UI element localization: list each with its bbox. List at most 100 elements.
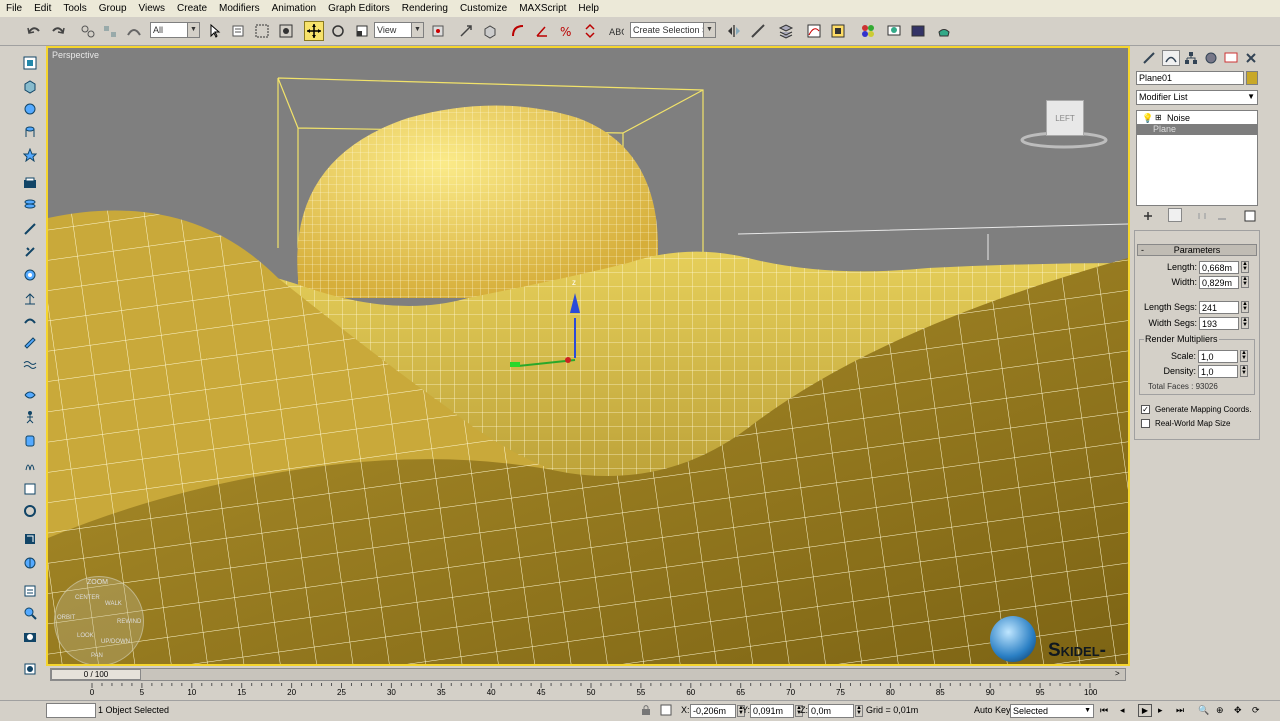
menu-item-tools[interactable]: Tools [57,0,92,17]
named-selection-dropdown[interactable]: Create Selection Se ▼ [630,22,716,38]
menu-item-animation[interactable]: Animation [266,0,322,17]
show-end-result-icon[interactable] [1168,208,1182,222]
width-segs-spinner[interactable]: ▲ ▼ [1241,317,1249,329]
display-tab-icon[interactable] [1224,51,1238,68]
scale-input[interactable]: 1,0 [1198,350,1238,363]
density-spinner[interactable]: ▲ ▼ [1240,365,1248,377]
goto-end-icon[interactable]: ⏭ [1176,705,1184,716]
pin-stack-icon[interactable] [1142,210,1154,225]
track-bar[interactable]: 0 5 10 15 20 25 30 35 40 45 50 55 60 65 70 75 80 85 90 95 10… [50,683,1126,699]
star-icon[interactable] [20,146,40,164]
helper-icon[interactable] [20,312,40,330]
keyboard-shortcut-override-icon[interactable] [480,21,500,41]
real-world-map-checkbox[interactable] [1141,419,1150,428]
wheel-rewind[interactable]: REWIND [117,619,141,625]
menu-item-rendering[interactable]: Rendering [396,0,454,17]
viewcube-face-left[interactable]: LEFT [1046,100,1084,136]
utility-icon[interactable] [20,502,40,520]
z-spinner[interactable]: ▲ ▼ [855,705,863,717]
time-slider-track[interactable]: 0 / 100 > [50,668,1126,681]
wheel-updown[interactable]: UP/DOWN [101,639,130,645]
select-manipulate-icon[interactable] [456,21,476,41]
remove-modifier-icon[interactable] [1216,210,1228,225]
length-input[interactable]: 0,668m [1199,261,1239,274]
schematic-view-icon[interactable] [828,21,848,41]
select-and-link-icon[interactable] [78,21,98,41]
object-paint-icon[interactable] [20,530,40,548]
pivot-center-icon[interactable] [428,21,448,41]
angle-snap-icon[interactable] [532,21,552,41]
wheel-look[interactable]: LOOK [77,633,94,639]
menu-item-group[interactable]: Group [93,0,133,17]
camera-icon[interactable] [20,628,40,646]
lock-selection-icon[interactable] [640,704,652,719]
wheel-orbit[interactable]: ORBIT [57,615,75,621]
stack-icon[interactable] [20,196,40,214]
menu-item-graph-editors[interactable]: Graph Editors [322,0,396,17]
render-production-icon[interactable] [934,21,954,41]
generate-mapping-checkbox[interactable]: ✓ [1141,405,1150,414]
stack-item-noise[interactable]: 💡 ⊞ Noise [1137,112,1257,124]
plane-icon[interactable] [20,174,40,192]
width-spinner[interactable]: ▲ ▼ [1241,276,1249,288]
orbit-view-icon[interactable]: ⟳ [1252,705,1260,716]
zoom-icon[interactable] [20,604,40,622]
next-frame-arrow-icon[interactable]: > [1115,669,1120,678]
snaps-toggle-icon[interactable] [508,21,528,41]
edit-named-selection-icon[interactable]: ABC [606,21,626,41]
utilities-tab-icon[interactable] [1244,51,1258,68]
gear-icon[interactable] [20,266,40,284]
viewcube[interactable]: LEFT [1018,96,1108,156]
rectangular-selection-icon[interactable] [252,21,272,41]
redo-icon[interactable] [48,21,68,41]
object-name-field[interactable]: Plane01 [1136,71,1244,85]
bend-modifier-icon[interactable] [20,220,40,238]
menu-item-maxscript[interactable]: MAXScript [513,0,572,17]
menu-item-file[interactable]: File [0,0,28,17]
window-crossing-icon[interactable] [276,21,296,41]
rendered-frame-window-icon[interactable] [908,21,928,41]
tools-icon[interactable] [20,480,40,498]
light-icon[interactable] [20,290,40,308]
zoom-viewport-icon[interactable]: 🔍 [1198,705,1209,716]
menu-item-edit[interactable]: Edit [28,0,57,17]
mirror-icon[interactable] [724,21,744,41]
width-input[interactable]: 0,829m [1199,276,1239,289]
align-icon[interactable] [748,21,768,41]
layer-manager-icon[interactable] [776,21,796,41]
motion-tab-icon[interactable] [1204,51,1218,68]
create-box-icon[interactable] [20,78,40,96]
auto-key-button[interactable]: Auto Key [974,705,1011,715]
create-tab-icon[interactable] [1142,51,1156,68]
select-object-icon[interactable] [204,21,224,41]
reactor-icon[interactable] [20,554,40,572]
cloth-icon[interactable] [20,432,40,450]
unlink-icon[interactable] [100,21,120,41]
parameters-rollout-header[interactable]: - Parameters [1137,244,1257,256]
render-icon[interactable] [20,582,40,600]
goto-start-icon[interactable]: ⏮ [1100,705,1108,716]
twist-modifier-icon[interactable] [20,242,40,260]
menu-item-modifiers[interactable]: Modifiers [213,0,266,17]
pan-view-icon[interactable]: ✥ [1234,705,1242,716]
zoom-all-icon[interactable]: ⊕ [1216,705,1224,716]
hair-icon[interactable] [20,456,40,474]
percent-snap-icon[interactable]: % [556,21,576,41]
select-and-rotate-icon[interactable] [328,21,348,41]
figure-icon[interactable] [20,408,40,426]
spinner-snap-icon[interactable] [580,21,600,41]
sphere-icon[interactable] [20,100,40,118]
menu-item-views[interactable]: Views [133,0,172,17]
configure-sets-icon[interactable] [1244,210,1256,225]
wheel-walk[interactable]: WALK [105,601,122,607]
select-and-scale-icon[interactable] [352,21,372,41]
menu-item-create[interactable]: Create [171,0,213,17]
hierarchy-tab-icon[interactable] [1184,51,1198,68]
menu-item-help[interactable]: Help [572,0,605,17]
modify-tab-icon[interactable] [1162,50,1180,66]
lightbulb-icon[interactable]: 💡 [1142,112,1153,124]
render-setup-icon[interactable] [884,21,904,41]
viewport-label[interactable]: Perspective [52,50,99,60]
object-color-swatch[interactable] [1246,71,1258,85]
x-coordinate-field[interactable]: -0,206m [690,704,736,718]
